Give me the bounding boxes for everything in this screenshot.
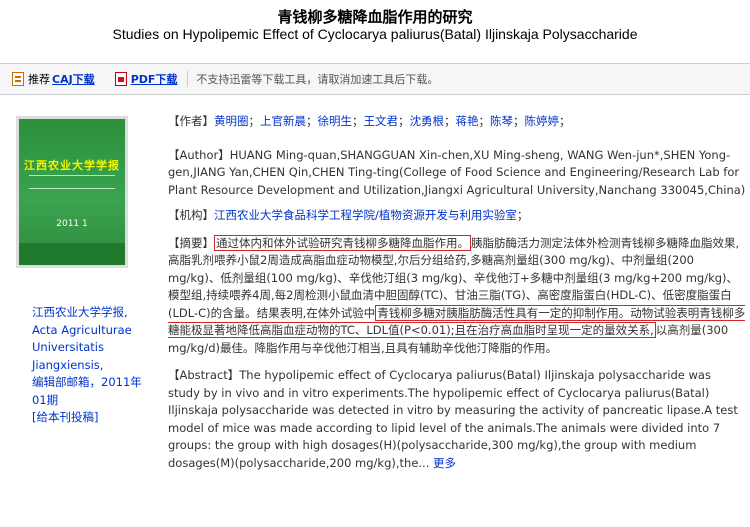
abstract-en-row: 【Abstract】The hypolipemic effect of Cycl… xyxy=(168,367,746,472)
journal-suffix: 编辑部邮箱，2011年 xyxy=(32,375,142,389)
journal-name-en-1[interactable]: Acta Agriculturae xyxy=(32,322,162,340)
more-link[interactable]: 更多 xyxy=(433,456,456,470)
journal-name-en-3[interactable]: Jiangxiensis xyxy=(32,358,100,372)
pdf-download-link[interactable]: PDF下载 xyxy=(131,71,178,87)
page-title-zh: 青钱柳多糖降血脂作用的研究 xyxy=(277,8,473,26)
author-link[interactable]: 沈勇根 xyxy=(410,114,445,128)
author-link[interactable]: 陈婷婷 xyxy=(525,114,560,128)
authors-row: 【作者】黄明圈；上官新晨；徐明生；王文君；沈勇根；蒋艳；陈琴；陈婷婷； xyxy=(168,114,571,128)
author-en-row: 【Author】HUANG Ming-quan,SHANGGUAN Xin-ch… xyxy=(168,147,746,200)
author-link[interactable]: 上官新晨 xyxy=(260,114,306,128)
journal-cover-art: 江西农业大学学报 2011 1 xyxy=(19,119,125,265)
submit-link[interactable]: [给本刊投稿] xyxy=(32,409,162,427)
author-en-label: 【Author】 xyxy=(168,147,230,162)
abstract-en-text: The hypolipemic effect of Cyclocarya pal… xyxy=(168,368,738,470)
abstract-zh-label: 【摘要】 xyxy=(168,235,214,250)
institution-row: 【机构】江西农业大学食品科学工程学院/植物资源开发与利用实验室； xyxy=(168,208,529,222)
toolbar-divider xyxy=(187,71,189,87)
caj-download-link[interactable]: CAJ下载 xyxy=(52,71,95,87)
journal-name-zh[interactable]: 江西农业大学学报 xyxy=(32,305,124,319)
institution-link[interactable]: 江西农业大学食品科学工程学院/植物资源开发与利用实验室 xyxy=(214,208,517,222)
author-link[interactable]: 黄明圈 xyxy=(214,114,249,128)
author-link[interactable]: 徐明生 xyxy=(318,114,353,128)
cover-subtitle-lines xyxy=(29,175,115,189)
article-content: 【作者】黄明圈；上官新晨；徐明生；王文君；沈勇根；蒋艳；陈琴；陈婷婷； 【Aut… xyxy=(168,113,746,472)
cover-year: 2011 1 xyxy=(56,219,88,229)
abstract-zh-row: 【摘要】 通过体内和体外试验研究青钱柳多糖降血脂作用。 胰脂肪酶活力测定法体外检测青… xyxy=(168,234,746,358)
cover-stripe xyxy=(19,243,125,265)
cover-title: 江西农业大学学报 xyxy=(24,159,120,172)
authors-label: 【作者】 xyxy=(168,114,214,128)
download-toolbar: 推荐 CAJ下载 PDF下载 不支持迅雷等下载工具，请取消加速工具后下载。 xyxy=(0,63,750,95)
author-en-text: HUANG Ming-quan,SHANGGUAN Xin-chen,XU Mi… xyxy=(168,147,746,197)
pdf-download[interactable]: PDF下载 xyxy=(114,71,178,87)
author-link[interactable]: 陈琴 xyxy=(490,114,513,128)
page-title-en: Studies on Hypolipemic Effect of Cycloca… xyxy=(112,26,638,42)
journal-info: 江西农业大学学报, Acta Agriculturae Universitati… xyxy=(32,304,162,427)
caj-download[interactable]: 推荐 CAJ下载 xyxy=(12,71,95,87)
highlight-box-1: 通过体内和体外试验研究青钱柳多糖降血脂作用。 xyxy=(214,234,471,251)
author-link[interactable]: 王文君 xyxy=(364,114,399,128)
caj-file-icon xyxy=(12,72,24,86)
download-note: 不支持迅雷等下载工具，请取消加速工具后下载。 xyxy=(196,73,439,86)
institution-label: 【机构】 xyxy=(168,208,214,222)
journal-name-en-2[interactable]: Universitatis xyxy=(32,339,162,357)
journal-link[interactable]: 江西农业大学学报, Acta Agriculturae Universitati… xyxy=(32,304,162,374)
journal-issue: 01期 xyxy=(32,392,59,407)
pdf-file-icon xyxy=(114,72,127,86)
recommend-label: 推荐 xyxy=(28,73,50,86)
author-link[interactable]: 蒋艳 xyxy=(456,114,479,128)
journal-cover-image[interactable]: 江西农业大学学报 2011 1 xyxy=(16,116,128,268)
abstract-en-label: 【Abstract】 xyxy=(168,368,240,382)
